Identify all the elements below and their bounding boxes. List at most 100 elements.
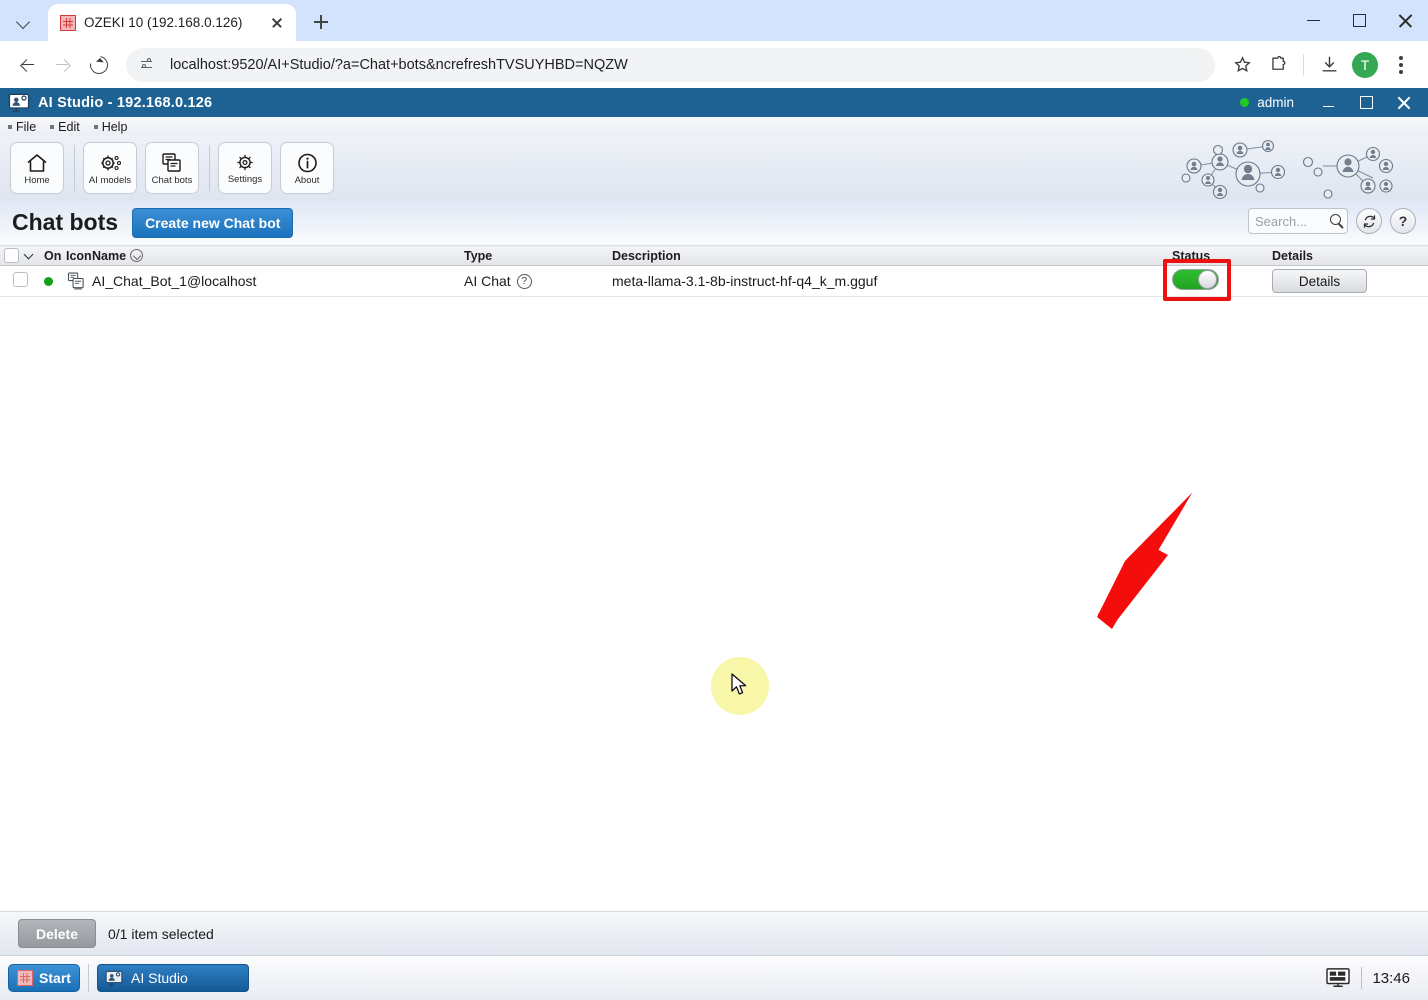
forward-button[interactable]	[46, 48, 80, 82]
ribbon-label-settings: Settings	[227, 174, 263, 186]
ozeki-grid-icon	[60, 14, 76, 31]
ribbon-button-chat-bots[interactable]: Chat bots	[145, 142, 199, 194]
extensions-puzzle-icon	[1271, 55, 1285, 70]
start-button[interactable]: Start	[8, 964, 80, 992]
taskbar-clock[interactable]: 13:46	[1372, 970, 1410, 987]
search-input[interactable]: Search...	[1248, 208, 1348, 234]
delete-button[interactable]: Delete	[18, 919, 96, 948]
help-button[interactable]: ?	[1390, 208, 1416, 234]
address-bar-url: localhost:9520/AI+Studio/?a=Chat+bots&nc…	[170, 56, 628, 73]
menu-help[interactable]: Help	[93, 120, 127, 134]
downloads-button[interactable]	[1312, 48, 1346, 82]
refresh-icon	[1363, 214, 1375, 228]
ai-models-gear-icon	[101, 155, 122, 171]
browser-menu-button[interactable]	[1384, 48, 1418, 82]
chat-bot-icon	[67, 272, 84, 290]
browser-tab[interactable]: OZEKI 10 (192.168.0.126)	[48, 4, 296, 41]
refresh-button[interactable]	[1356, 208, 1382, 234]
ozeki-grid-icon	[17, 970, 34, 986]
tab-search-dropdown-button[interactable]	[4, 4, 44, 38]
column-header-name-label: Name	[92, 248, 127, 263]
site-settings-icon[interactable]	[134, 52, 160, 78]
online-status-dot	[44, 277, 53, 286]
table-row[interactable]: AI_Chat_Bot_1@localhost AI Chat ? meta-l…	[0, 259, 1428, 301]
user-status-dot	[1240, 98, 1250, 107]
chevron-down-icon[interactable]	[25, 251, 34, 260]
app-ribbon-toolbar: Home AI models Chat bots Settings About	[0, 136, 1428, 200]
row-checkbox[interactable]	[13, 272, 28, 287]
start-button-label: Start	[39, 970, 71, 986]
bullet-icon	[93, 124, 98, 129]
app-maximize-icon[interactable]	[1348, 88, 1384, 117]
page-header-actions: Search... ?	[1248, 208, 1416, 234]
chat-bots-table: On Icon Name Type Description Status Det…	[0, 245, 1428, 301]
ribbon-label-about: About	[294, 174, 320, 186]
help-question-icon[interactable]: ?	[516, 273, 532, 289]
reload-icon	[86, 51, 112, 78]
ribbon-button-settings[interactable]: Settings	[218, 142, 272, 194]
table-header-row: On Icon Name Type Description Status Det…	[0, 245, 1428, 266]
chat-bots-icon	[162, 153, 181, 172]
close-icon[interactable]	[1382, 0, 1428, 41]
sort-dropdown-icon[interactable]	[130, 249, 144, 262]
minimize-icon[interactable]	[1290, 0, 1336, 41]
ribbon-button-ai-models[interactable]: AI models	[83, 142, 137, 194]
chat-bots-page: Chat bots Create new Chat bot Search...	[0, 200, 1428, 1000]
red-arrow-annotation	[1097, 493, 1192, 629]
profile-button[interactable]: T	[1348, 48, 1382, 82]
search-placeholder: Search...	[1255, 213, 1308, 229]
page-footer: Delete 0/1 item selected	[0, 911, 1428, 955]
taskbar-item-ai-studio[interactable]: AI Studio	[97, 964, 249, 992]
reload-button[interactable]	[82, 48, 116, 82]
extensions-button[interactable]	[1261, 48, 1295, 82]
select-all-checkbox[interactable]	[4, 248, 19, 263]
help-question-icon: ?	[1398, 213, 1408, 229]
menu-edit[interactable]: Edit	[50, 120, 80, 134]
display-monitor-icon[interactable]	[1325, 967, 1351, 989]
row-status-cell[interactable]	[1163, 259, 1268, 301]
app-title: AI Studio - 192.168.0.126	[38, 94, 213, 111]
column-header-details: Details	[1268, 245, 1428, 266]
ribbon-button-home[interactable]: Home	[10, 142, 64, 194]
close-icon[interactable]	[266, 12, 288, 34]
ribbon-label-home: Home	[24, 174, 50, 186]
app-close-icon[interactable]	[1386, 88, 1422, 117]
page-title: Chat bots	[12, 209, 119, 235]
bookmark-button[interactable]	[1225, 48, 1259, 82]
bullet-icon	[8, 124, 12, 129]
download-icon	[1321, 56, 1337, 72]
row-select-cell[interactable]	[0, 265, 40, 297]
row-type-cell: AI Chat ?	[460, 265, 608, 297]
search-icon	[1330, 214, 1341, 225]
app-menu-bar: File Edit Help	[0, 117, 1428, 136]
new-tab-button[interactable]	[306, 7, 336, 37]
status-toggle[interactable]	[1172, 269, 1219, 290]
browser-window: OZEKI 10 (192.168.0.126) localhost:9520/…	[0, 0, 1428, 1000]
row-online-cell	[40, 265, 62, 297]
mouse-cursor	[731, 673, 747, 695]
row-details-cell[interactable]: Details	[1268, 265, 1428, 297]
star-icon	[1233, 56, 1251, 73]
system-tray: 13:46	[1325, 967, 1420, 989]
app-minimize-icon[interactable]	[1310, 88, 1346, 117]
column-header-icon: Icon	[62, 245, 92, 266]
info-icon	[297, 153, 317, 173]
details-button[interactable]: Details	[1272, 269, 1367, 293]
page-header: Chat bots Create new Chat bot Search...	[0, 200, 1428, 245]
maximize-icon[interactable]	[1336, 0, 1382, 41]
ai-studio-window: AI Studio - 192.168.0.126 admin File Edi…	[0, 88, 1428, 1000]
ribbon-separator	[74, 145, 75, 191]
toggle-knob	[1198, 270, 1217, 289]
column-header-select[interactable]	[0, 245, 40, 266]
row-name-cell[interactable]: AI_Chat_Bot_1@localhost	[88, 265, 460, 297]
back-button[interactable]	[10, 48, 44, 82]
taskbar: Start AI Studio 13:46	[0, 955, 1428, 1000]
network-decoration-graphic	[1181, 139, 1394, 200]
address-bar[interactable]: localhost:9520/AI+Studio/?a=Chat+bots&nc…	[126, 47, 1215, 82]
create-new-chat-bot-button[interactable]: Create new Chat bot	[132, 207, 294, 238]
column-header-name[interactable]: Name	[88, 245, 460, 266]
app-title-bar: AI Studio - 192.168.0.126 admin	[0, 88, 1428, 117]
menu-file[interactable]: File	[8, 120, 36, 134]
ribbon-button-about[interactable]: About	[280, 142, 334, 194]
selection-status-text: 0/1 item selected	[108, 925, 214, 942]
